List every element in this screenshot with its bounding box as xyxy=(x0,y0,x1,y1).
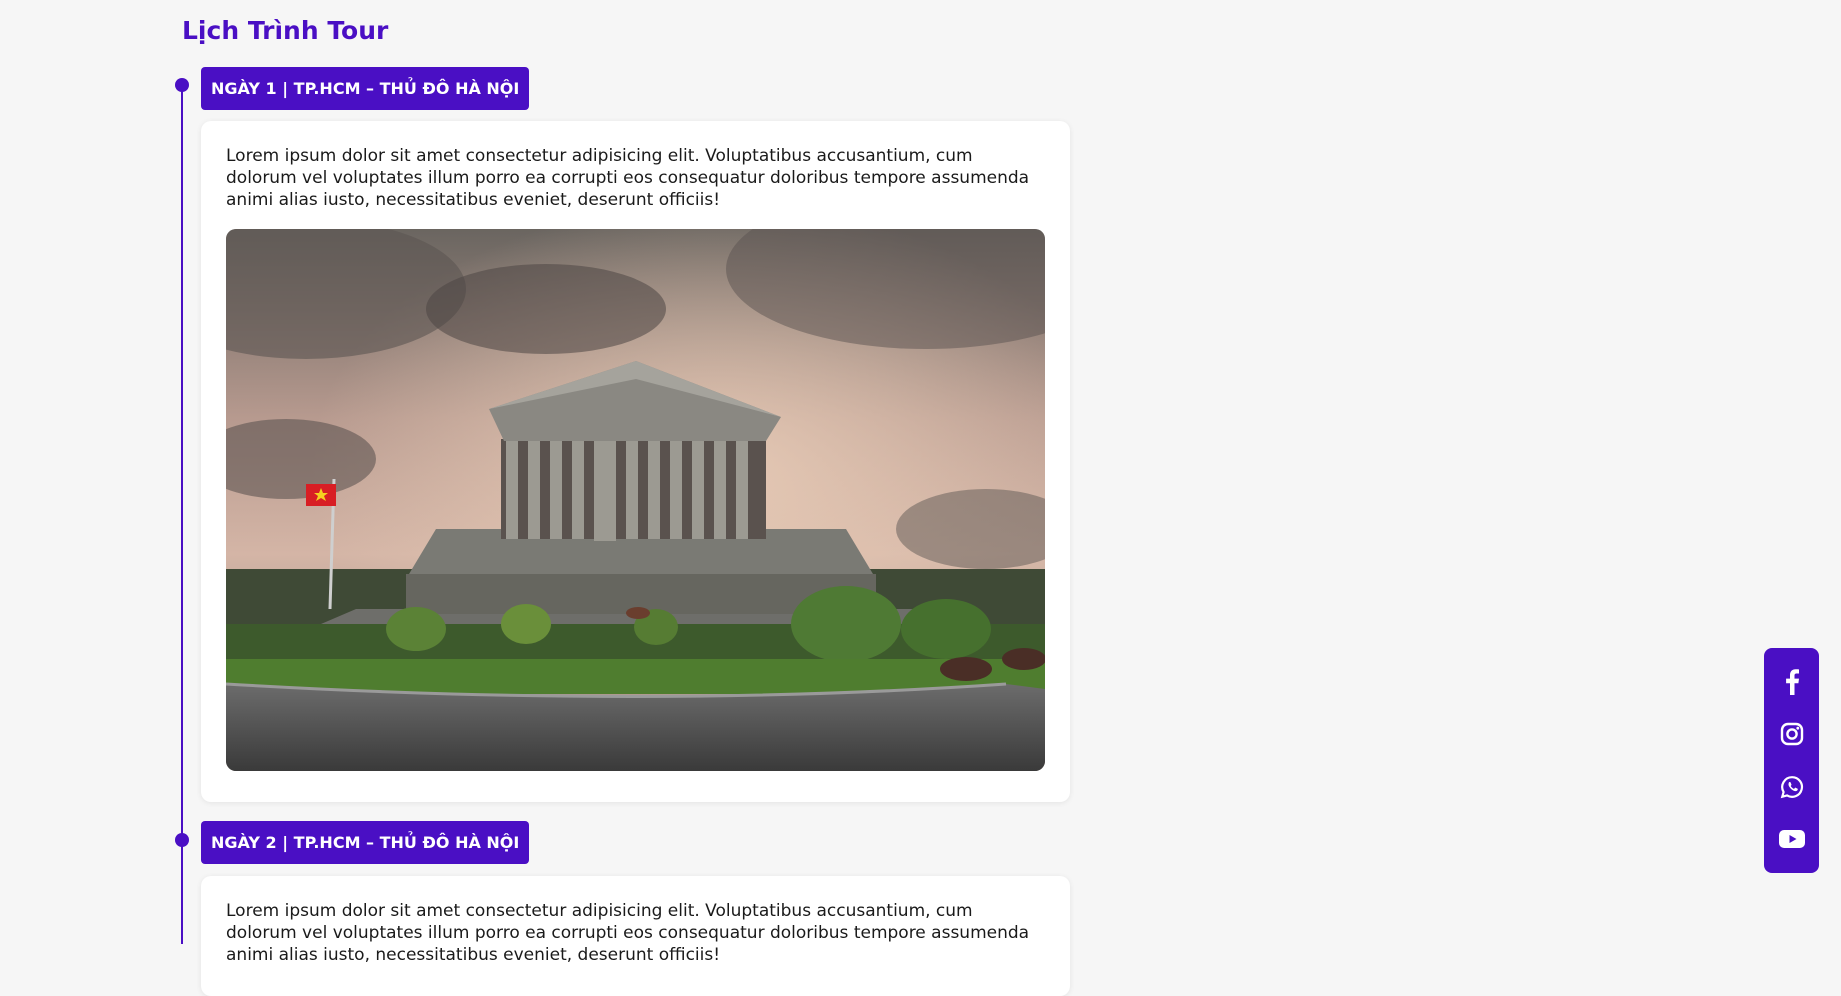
social-sidebar xyxy=(1764,648,1819,873)
timeline-dot xyxy=(175,78,189,92)
whatsapp-icon[interactable] xyxy=(1778,773,1806,801)
page-title: Lịch Trình Tour xyxy=(182,16,389,45)
instagram-icon[interactable] xyxy=(1778,720,1806,748)
youtube-icon[interactable] xyxy=(1778,825,1806,853)
timeline-line xyxy=(181,84,183,944)
day-1-photo xyxy=(226,229,1045,771)
timeline-dot xyxy=(175,833,189,847)
day-1-card: Lorem ipsum dolor sit amet consectetur a… xyxy=(201,121,1070,802)
day-2-tag: NGÀY 2 | TP.HCM – THỦ ĐÔ HÀ NỘI xyxy=(201,821,530,864)
day-2-card: Lorem ipsum dolor sit amet consectetur a… xyxy=(201,876,1070,996)
day-2-description: Lorem ipsum dolor sit amet consectetur a… xyxy=(226,901,1030,965)
day-1-tag: NGÀY 1 | TP.HCM – THỦ ĐÔ HÀ NỘI xyxy=(201,67,530,110)
day-1-description: Lorem ipsum dolor sit amet consectetur a… xyxy=(226,146,1030,210)
facebook-icon[interactable] xyxy=(1778,668,1806,696)
